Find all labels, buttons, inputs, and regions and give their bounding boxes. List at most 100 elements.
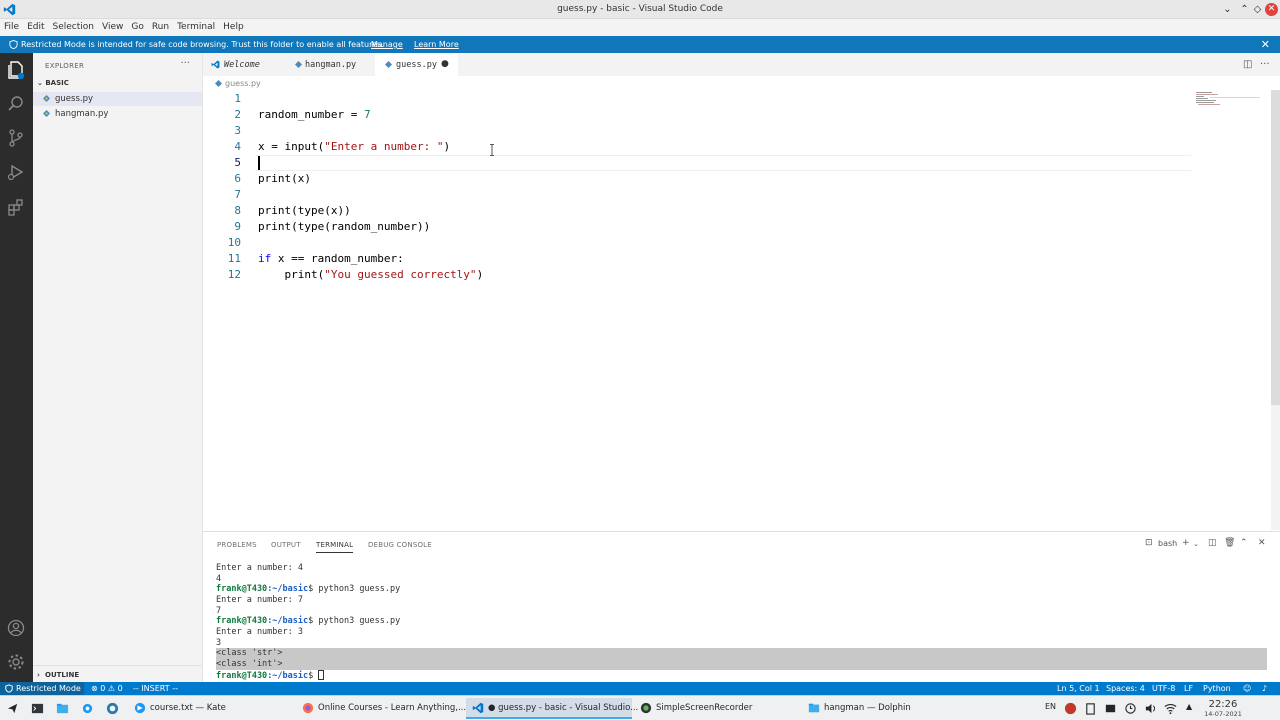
explorer-icon[interactable]	[6, 60, 26, 80]
code-line-current: 5	[203, 155, 1271, 171]
code-line: 12 print("You guessed correctly")	[203, 267, 1271, 283]
code-text: print("You guessed correctly")	[258, 268, 484, 281]
feedback-icon[interactable]: ☺	[1243, 684, 1251, 693]
prompt-path: :~/basic	[267, 671, 309, 681]
tab-hangman[interactable]: hangman.py	[285, 53, 375, 76]
extensions-icon[interactable]	[6, 197, 26, 217]
code-line: 6 print(x)	[203, 171, 1271, 187]
line-number: 3	[234, 124, 241, 137]
window-title: guess.py - basic - Visual Studio Code	[557, 4, 723, 14]
tab-output[interactable]: OUTPUT	[271, 541, 301, 549]
task-vscode[interactable]: ● guess.py - basic - Visual Studio...	[466, 698, 638, 719]
volume-icon[interactable]	[1144, 702, 1157, 715]
clipboard-icon[interactable]	[1084, 702, 1097, 715]
close-window-icon[interactable]: ✕	[1265, 3, 1278, 16]
update-icon[interactable]	[1124, 702, 1137, 715]
code-editor[interactable]: 1 2 random_number = 7 3 4 x = input("Ent…	[203, 90, 1271, 530]
wifi-icon[interactable]	[1164, 702, 1177, 715]
tab-problems[interactable]: PROBLEMS	[217, 541, 257, 549]
bell-icon[interactable]: ♪	[1262, 684, 1267, 693]
editor-scrollbar[interactable]	[1271, 90, 1280, 530]
app-launcher-icon[interactable]	[6, 702, 19, 715]
menu-help[interactable]: Help	[219, 19, 248, 32]
trash-icon[interactable]: 🗑	[1224, 538, 1235, 548]
device-icon[interactable]	[1104, 702, 1117, 715]
python-file-icon	[215, 80, 222, 87]
file-item-guess[interactable]: guess.py	[33, 92, 202, 106]
terminal-line: Enter a number: 4	[216, 563, 303, 573]
indentation[interactable]: Spaces: 4	[1106, 684, 1145, 693]
record-icon[interactable]	[1064, 702, 1077, 715]
more-actions-icon[interactable]: ···	[1260, 59, 1270, 70]
more-actions-icon[interactable]: ···	[180, 58, 190, 69]
new-terminal-icon[interactable]: +	[1182, 538, 1190, 548]
tab-guess[interactable]: guess.py ●	[375, 53, 459, 76]
end-of-line[interactable]: LF	[1184, 684, 1193, 693]
keyboard-layout[interactable]: EN	[1045, 702, 1056, 711]
manage-link[interactable]: Manage	[371, 40, 403, 49]
source-control-icon[interactable]	[6, 128, 26, 148]
restore-icon[interactable]: ◇	[1251, 3, 1264, 16]
firefox-icon	[302, 702, 314, 714]
restricted-mode-label: Restricted Mode	[16, 684, 81, 693]
account-icon[interactable]	[6, 618, 26, 638]
tab-debug-console[interactable]: DEBUG CONSOLE	[368, 541, 432, 549]
menu-edit[interactable]: Edit	[23, 19, 48, 32]
task-kate[interactable]: course.txt — Kate	[128, 698, 291, 719]
menu-selection[interactable]: Selection	[49, 19, 98, 32]
task-label: Online Courses - Learn Anything,...	[318, 703, 467, 713]
menu-go[interactable]: Go	[127, 19, 147, 32]
maximize-icon[interactable]: ⌃	[1238, 3, 1251, 16]
file-manager-icon[interactable]	[56, 702, 69, 715]
scrollbar-thumb[interactable]	[1271, 90, 1280, 405]
tab-welcome[interactable]: Welcome	[203, 53, 285, 76]
run-debug-icon[interactable]	[6, 162, 26, 182]
shell-selector[interactable]: bash	[1158, 539, 1177, 548]
task-label: ● guess.py - basic - Visual Studio...	[488, 703, 639, 713]
line-number: 9	[234, 220, 241, 233]
chevron-down-icon[interactable]: ⌄	[1193, 540, 1199, 548]
encoding[interactable]: UTF-8	[1152, 684, 1175, 693]
task-dolphin[interactable]: hangman — Dolphin	[802, 698, 966, 719]
terminal-command: $ python3 guess.py	[308, 584, 401, 594]
language-mode[interactable]: Python	[1203, 684, 1231, 693]
menu-terminal[interactable]: Terminal	[173, 19, 219, 32]
maximize-panel-icon[interactable]: ⌃	[1240, 538, 1248, 548]
tray-expand-icon[interactable]: ▲	[1186, 702, 1192, 711]
outline-section[interactable]: › OUTLINE	[33, 665, 202, 682]
learn-more-link[interactable]: Learn More	[414, 40, 459, 49]
split-terminal-icon[interactable]: ◫	[1208, 538, 1217, 548]
terminal-command: $ python3 guess.py	[308, 616, 401, 626]
menu-run[interactable]: Run	[148, 19, 173, 32]
taskbar: course.txt — Kate Online Courses - Learn…	[0, 695, 1280, 720]
settings-app-icon[interactable]	[81, 702, 94, 715]
line-number: 4	[234, 140, 241, 153]
tab-terminal[interactable]: TERMINAL	[316, 541, 354, 553]
cursor-position[interactable]: Ln 5, Col 1	[1057, 684, 1100, 693]
split-editor-icon[interactable]: ◫	[1243, 59, 1252, 70]
prompt-path: :~/basic	[267, 616, 309, 626]
close-banner-icon[interactable]: ✕	[1261, 38, 1270, 51]
restricted-mode-indicator[interactable]: Restricted Mode	[0, 682, 84, 695]
terminal-app-icon[interactable]	[31, 702, 44, 715]
line-number: 7	[234, 188, 241, 201]
settings-gear-icon[interactable]	[6, 652, 26, 672]
minimize-icon[interactable]: ⌄	[1221, 3, 1234, 16]
clock[interactable]: 22:26 14-07-2021	[1203, 699, 1243, 718]
search-icon[interactable]	[6, 94, 26, 114]
folder-basic[interactable]: ⌄ BASIC	[37, 79, 69, 87]
file-item-hangman[interactable]: hangman.py	[33, 107, 202, 121]
task-label: course.txt — Kate	[150, 703, 226, 713]
unsaved-dot-icon[interactable]: ●	[441, 59, 449, 69]
minimap[interactable]	[1190, 90, 1260, 120]
menu-view[interactable]: View	[98, 19, 127, 32]
menu-file[interactable]: File	[0, 19, 23, 32]
task-screen-recorder[interactable]: SimpleScreenRecorder	[634, 698, 798, 719]
browser-app-icon[interactable]	[106, 702, 119, 715]
folder-label: BASIC	[45, 79, 69, 87]
breadcrumb[interactable]: guess.py	[215, 79, 261, 88]
activity-bar	[0, 53, 33, 682]
close-panel-icon[interactable]: ✕	[1258, 538, 1266, 548]
task-firefox[interactable]: Online Courses - Learn Anything,...	[296, 698, 466, 719]
problems-count[interactable]: ⊗ 0 ⚠ 0	[91, 684, 123, 693]
